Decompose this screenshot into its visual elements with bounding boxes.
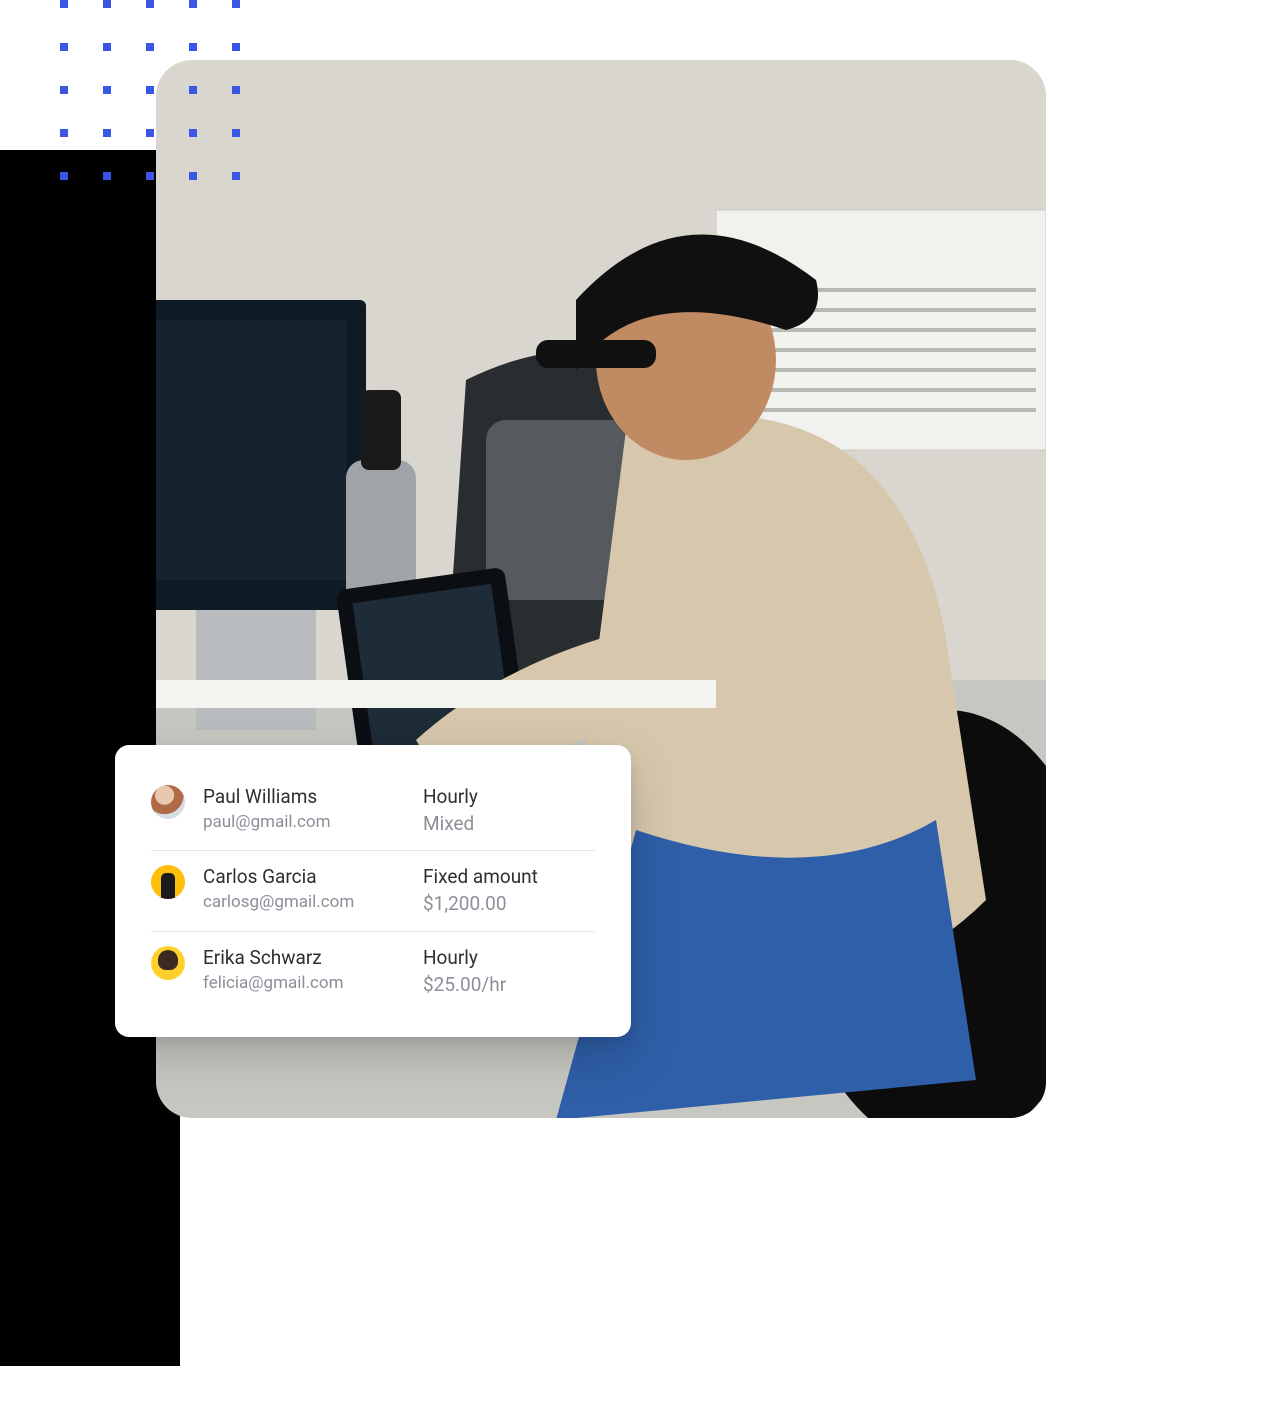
avatar [151, 946, 185, 980]
employee-email: paul@gmail.com [203, 811, 423, 834]
avatar [151, 865, 185, 899]
employee-row[interactable]: Erika Schwarz felicia@gmail.com Hourly $… [151, 931, 595, 1011]
pay-value: $25.00/hr [423, 972, 595, 998]
pay-type: Hourly [423, 785, 595, 809]
employee-row[interactable]: Paul Williams paul@gmail.com Hourly Mixe… [151, 771, 595, 850]
pay-value: Mixed [423, 811, 595, 837]
avatar [151, 785, 185, 819]
employee-pay-card: Paul Williams paul@gmail.com Hourly Mixe… [115, 745, 631, 1037]
decorative-dot-grid [60, 0, 280, 200]
employee-row[interactable]: Carlos Garcia carlosg@gmail.com Fixed am… [151, 850, 595, 930]
employee-email: felicia@gmail.com [203, 972, 423, 995]
pay-type: Hourly [423, 946, 595, 970]
employee-name: Carlos Garcia [203, 865, 423, 889]
pay-value: $1,200.00 [423, 891, 595, 917]
employee-name: Erika Schwarz [203, 946, 423, 970]
employee-name: Paul Williams [203, 785, 423, 809]
employee-email: carlosg@gmail.com [203, 891, 423, 914]
pay-type: Fixed amount [423, 865, 595, 889]
